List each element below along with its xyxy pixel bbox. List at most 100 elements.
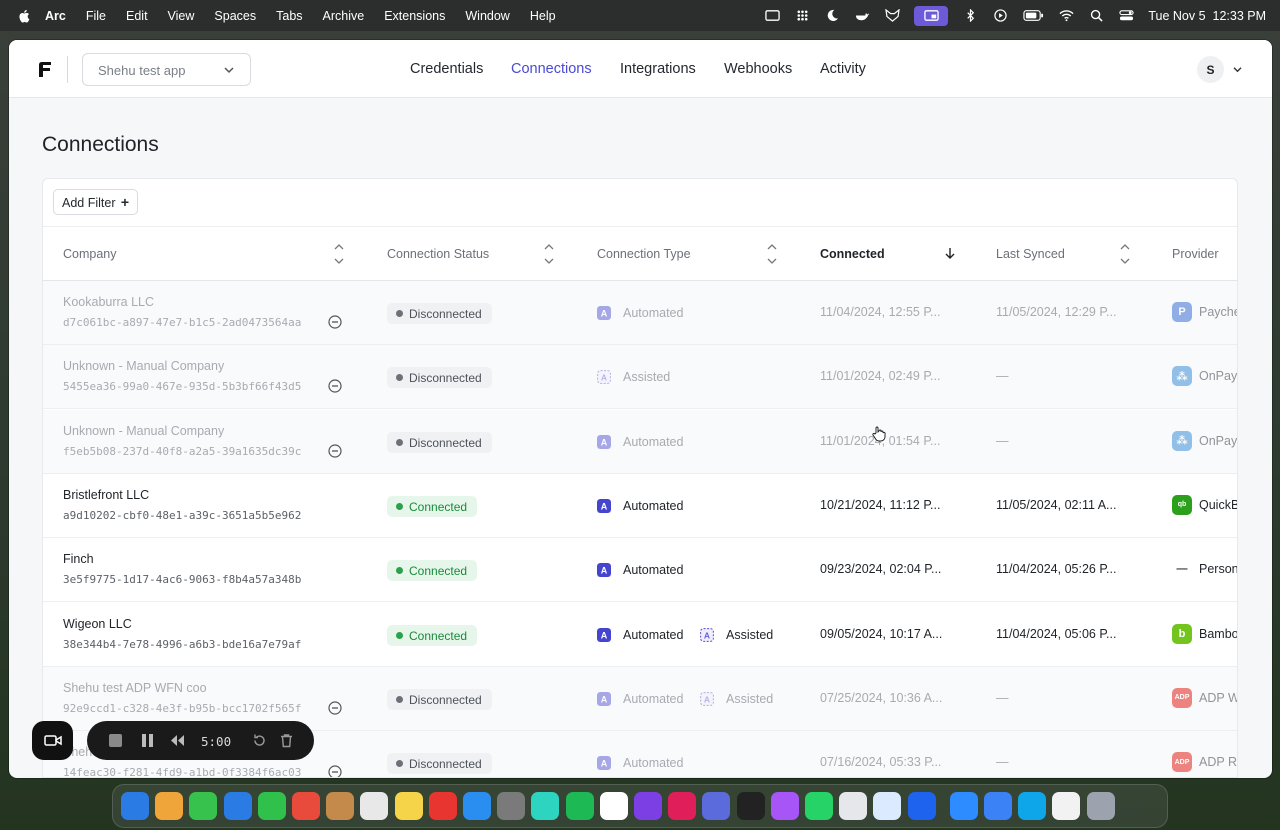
- menu-archive[interactable]: Archive: [323, 9, 365, 23]
- rewind-icon[interactable]: [170, 733, 185, 748]
- search-icon[interactable]: [1088, 9, 1104, 23]
- chevron-down-icon[interactable]: [1233, 66, 1242, 73]
- table-row[interactable]: Kookaburra LLC d7c061bc-a897-47e7-b1c5-2a…: [43, 281, 1237, 345]
- column-header-connection-type[interactable]: Connection Type: [597, 247, 691, 261]
- battery-icon[interactable]: [1022, 9, 1044, 23]
- arrow-down-icon[interactable]: [945, 247, 955, 259]
- top-navigation: Shehu test app Credentials Connections I…: [9, 40, 1272, 98]
- menubar-clock[interactable]: Tue Nov 5 12:33 PM: [1148, 9, 1266, 23]
- menu-spaces[interactable]: Spaces: [214, 9, 256, 23]
- apple-icon[interactable]: [17, 9, 31, 23]
- sort-icon[interactable]: [1120, 242, 1130, 266]
- play-icon[interactable]: [992, 9, 1008, 23]
- tab-connections[interactable]: Connections: [511, 61, 592, 77]
- grid-app-icon[interactable]: [702, 792, 731, 820]
- tab-activity[interactable]: Activity: [820, 61, 866, 77]
- minus-circle-icon[interactable]: [328, 315, 342, 329]
- minus-circle-icon[interactable]: [328, 379, 342, 393]
- table-row[interactable]: Unknown - Manual Company f5eb5b08-237d-40…: [43, 409, 1237, 474]
- menu-edit[interactable]: Edit: [126, 9, 148, 23]
- stop-icon[interactable]: [108, 733, 123, 748]
- fox-icon[interactable]: [884, 9, 900, 23]
- control-center-icon[interactable]: [1118, 9, 1134, 23]
- sidecar-icon[interactable]: [531, 792, 560, 820]
- screen-icon[interactable]: [764, 9, 780, 23]
- menu-view[interactable]: View: [168, 9, 195, 23]
- minus-circle-icon[interactable]: [328, 765, 342, 778]
- sort-icon[interactable]: [544, 242, 554, 266]
- tab-webhooks[interactable]: Webhooks: [724, 61, 792, 77]
- mail-icon[interactable]: [223, 792, 252, 820]
- spotify-icon[interactable]: [565, 792, 594, 820]
- menu-app-name[interactable]: Arc: [45, 9, 66, 23]
- menu-extensions[interactable]: Extensions: [384, 9, 445, 23]
- user-avatar[interactable]: S: [1197, 56, 1224, 83]
- docker-icon[interactable]: [907, 792, 936, 820]
- status-badge: Disconnected: [387, 431, 492, 453]
- app-selector-dropdown[interactable]: Shehu test app: [82, 53, 251, 86]
- sort-icon[interactable]: [767, 242, 777, 266]
- restart-icon[interactable]: [252, 733, 267, 748]
- notes-icon[interactable]: [394, 792, 423, 820]
- tableplus-icon[interactable]: [873, 792, 902, 820]
- finder-icon[interactable]: [121, 792, 149, 820]
- help-icon[interactable]: [1052, 792, 1081, 820]
- column-header-connection-status[interactable]: Connection Status: [387, 247, 489, 261]
- column-header-provider[interactable]: Provider: [1172, 247, 1219, 261]
- notion-icon[interactable]: [599, 792, 628, 820]
- grid-icon[interactable]: [794, 9, 810, 23]
- camera-button[interactable]: [32, 721, 73, 760]
- tab-credentials[interactable]: Credentials: [410, 61, 483, 77]
- menu-window[interactable]: Window: [465, 9, 509, 23]
- messages-icon[interactable]: [189, 792, 218, 820]
- status-badge: Disconnected: [387, 367, 492, 389]
- column-header-last-synced[interactable]: Last Synced: [996, 247, 1065, 261]
- add-filter-button[interactable]: Add Filter +: [53, 189, 138, 215]
- tab-integrations[interactable]: Integrations: [620, 61, 696, 77]
- preview-icon[interactable]: [839, 792, 868, 820]
- contacts-icon[interactable]: [326, 792, 355, 820]
- menu-help[interactable]: Help: [530, 9, 556, 23]
- automated-icon: A: [597, 306, 611, 320]
- docker-icon[interactable]: [854, 9, 870, 23]
- provider-name: ADP W: [1199, 690, 1238, 705]
- table-row[interactable]: Bristlefront LLC a9d10202-cbf0-48e1-a39c-…: [43, 473, 1237, 538]
- menu-file[interactable]: File: [86, 9, 106, 23]
- table-row[interactable]: Finch 3e5f9775-1d17-4ac6-9063-f8b4a57a348…: [43, 538, 1237, 603]
- table-row[interactable]: Unknown - Manual Company 5455ea36-99a0-46…: [43, 345, 1237, 410]
- sort-icon[interactable]: [334, 242, 344, 266]
- wifi-icon[interactable]: [1058, 9, 1074, 23]
- finch-logo-icon[interactable]: [37, 60, 53, 78]
- screen-share-icon[interactable]: [914, 5, 949, 26]
- facetime-icon[interactable]: [257, 792, 286, 820]
- slack-icon[interactable]: [668, 792, 697, 820]
- table-row[interactable]: Wigeon LLC 38e344b4-7e78-4996-a6b3-bde16a…: [43, 602, 1237, 667]
- system-settings-icon[interactable]: [497, 792, 526, 820]
- trash-icon[interactable]: [1086, 792, 1115, 820]
- minus-circle-icon[interactable]: [328, 701, 342, 715]
- column-header-connected[interactable]: Connected: [820, 247, 885, 261]
- provider-logo-icon: qb: [1172, 494, 1192, 515]
- moon-icon[interactable]: [824, 9, 840, 23]
- vscode-icon[interactable]: [1018, 792, 1047, 820]
- connection-type-label: Automated: [623, 434, 684, 449]
- app-store-icon[interactable]: [463, 792, 491, 820]
- chatgpt-icon[interactable]: [736, 792, 765, 820]
- menu-tabs[interactable]: Tabs: [276, 9, 302, 23]
- bluetooth-icon[interactable]: [962, 9, 978, 23]
- status-dot: [396, 760, 403, 768]
- obsidian-icon[interactable]: [634, 792, 662, 820]
- company-name: Bristlefront LLC: [63, 487, 150, 502]
- 1password-icon[interactable]: [984, 792, 1012, 820]
- column-header-company[interactable]: Company: [63, 247, 117, 261]
- trash-icon[interactable]: [279, 733, 294, 748]
- launchpad-icon[interactable]: [155, 792, 184, 820]
- pause-icon[interactable]: [140, 733, 155, 748]
- arc-icon[interactable]: [770, 792, 799, 820]
- reminders-icon[interactable]: [360, 792, 389, 820]
- calendar-icon[interactable]: [292, 792, 320, 820]
- zoom-icon[interactable]: [949, 792, 978, 820]
- whatsapp-icon[interactable]: [805, 792, 833, 820]
- news-icon[interactable]: [428, 792, 457, 820]
- minus-circle-icon[interactable]: [328, 443, 342, 458]
